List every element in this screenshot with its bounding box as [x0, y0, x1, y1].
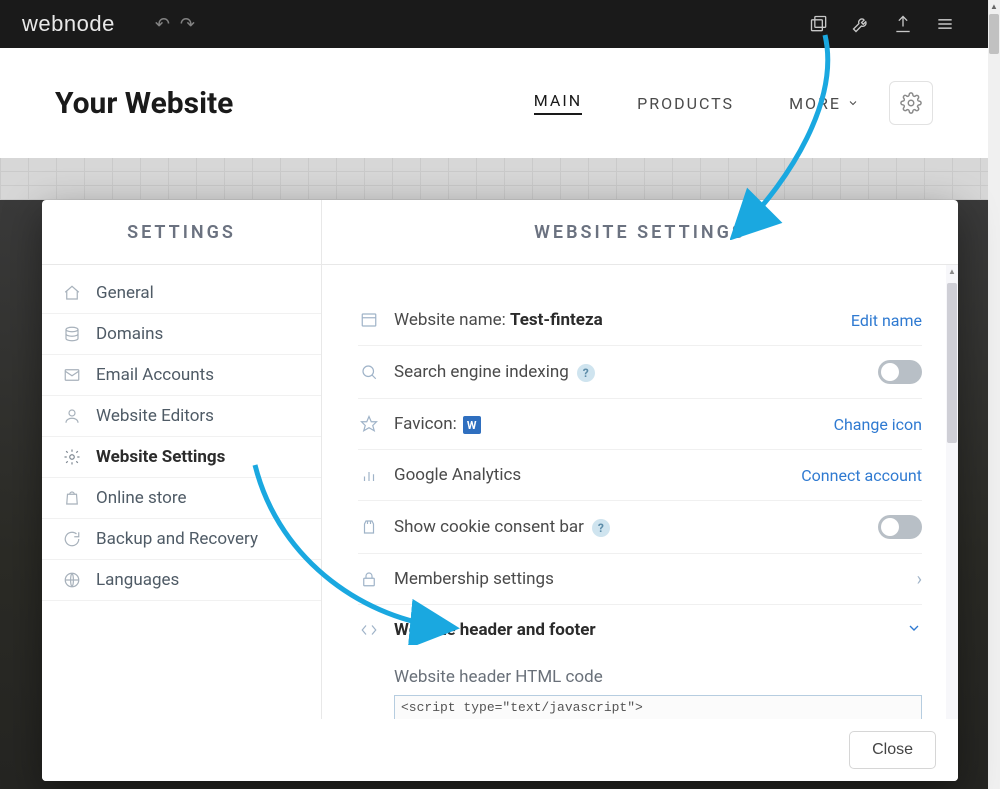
mail-icon	[62, 365, 82, 385]
domain-icon	[62, 324, 82, 344]
search-indexing-label: Search engine indexing	[394, 362, 569, 382]
content-scrollbar[interactable]: ▲	[946, 265, 958, 719]
header-code-textarea[interactable]	[394, 695, 922, 719]
sidebar-item-general[interactable]: General	[42, 273, 321, 314]
sidebar-item-label: Languages	[96, 570, 179, 590]
help-icon[interactable]: ?	[577, 364, 595, 382]
sidebar-item-label: Backup and Recovery	[96, 529, 258, 549]
sidebar-item-label: Domains	[96, 324, 163, 344]
user-icon	[62, 406, 82, 426]
backup-icon	[62, 529, 82, 549]
nav-main[interactable]: MAIN	[534, 91, 582, 115]
row-search-indexing: Search engine indexing?	[358, 346, 922, 399]
sidebar-item-website-settings[interactable]: Website Settings	[42, 437, 321, 478]
connect-account-link[interactable]: Connect account	[801, 466, 922, 485]
site-title: Your Website	[55, 86, 233, 121]
chart-icon	[358, 464, 380, 486]
settings-content: Website name: Test-finteza Edit name Sea…	[322, 265, 958, 719]
header-footer-label: Website header and footer	[394, 620, 906, 640]
sidebar-item-label: Website Editors	[96, 406, 214, 426]
nav-more[interactable]: MORE	[789, 94, 859, 113]
star-icon	[358, 413, 380, 435]
sidebar-item-store[interactable]: Online store	[42, 478, 321, 519]
hero-strip	[0, 158, 988, 200]
row-header-footer[interactable]: Website header and footer	[358, 605, 922, 655]
search-icon	[358, 361, 380, 383]
modal-header: SETTINGS WEBSITE SETTINGS	[42, 200, 958, 265]
sidebar-title: SETTINGS	[42, 200, 322, 264]
sidebar-item-label: Online store	[96, 488, 186, 508]
settings-modal: SETTINGS WEBSITE SETTINGS General Domain…	[42, 200, 958, 781]
site-settings-gear-icon[interactable]	[889, 81, 933, 125]
redo-button[interactable]: ↷	[180, 14, 195, 35]
chevron-down-icon	[847, 97, 859, 109]
undo-button[interactable]: ↶	[155, 14, 170, 35]
sidebar-item-label: Email Accounts	[96, 365, 214, 385]
row-website-name: Website name: Test-finteza Edit name	[358, 295, 922, 346]
row-membership[interactable]: Membership settings ›	[358, 554, 922, 605]
wrench-icon[interactable]	[840, 0, 882, 48]
cookie-bar-label: Show cookie consent bar	[394, 517, 584, 537]
sidebar-item-label: Website Settings	[96, 447, 225, 467]
modal-footer: Close	[42, 719, 958, 781]
sidebar-item-languages[interactable]: Languages	[42, 560, 321, 601]
sidebar-item-email[interactable]: Email Accounts	[42, 355, 321, 396]
website-name-label: Website name:	[394, 310, 506, 330]
app-bar: webnode ↶ ↷	[0, 0, 988, 48]
app-logo: webnode	[22, 11, 115, 37]
hamburger-menu-icon[interactable]	[924, 0, 966, 48]
edit-name-link[interactable]: Edit name	[851, 311, 922, 330]
search-indexing-toggle[interactable]	[878, 360, 922, 384]
header-code-label: Website header HTML code	[394, 667, 922, 687]
row-cookie-bar: Show cookie consent bar?	[358, 501, 922, 554]
globe-icon	[62, 570, 82, 590]
lock-icon	[358, 568, 380, 590]
window-icon	[358, 309, 380, 331]
sidebar-item-label: General	[96, 283, 154, 303]
bag-icon	[62, 488, 82, 508]
page-scrollbar[interactable]: ▲	[988, 0, 1000, 789]
change-icon-link[interactable]: Change icon	[834, 415, 922, 434]
membership-label: Membership settings	[394, 569, 917, 589]
gear-icon	[62, 447, 82, 467]
help-icon[interactable]: ?	[592, 519, 610, 537]
google-analytics-label: Google Analytics	[394, 465, 801, 485]
cookie-icon	[358, 516, 380, 538]
settings-sidebar: General Domains Email Accounts Website E…	[42, 265, 322, 719]
favicon-label: Favicon:	[394, 414, 457, 434]
code-icon	[358, 619, 380, 641]
pages-icon[interactable]	[798, 0, 840, 48]
sidebar-item-editors[interactable]: Website Editors	[42, 396, 321, 437]
site-nav: MAIN PRODUCTS MORE	[534, 91, 859, 115]
sidebar-item-domains[interactable]: Domains	[42, 314, 321, 355]
favicon-preview: W	[463, 416, 481, 434]
chevron-down-icon	[906, 620, 922, 641]
undo-redo-group: ↶ ↷	[155, 14, 195, 35]
sidebar-item-backup[interactable]: Backup and Recovery	[42, 519, 321, 560]
site-header: Your Website MAIN PRODUCTS MORE	[0, 48, 988, 158]
panel-title: WEBSITE SETTINGS	[322, 200, 958, 264]
row-favicon: Favicon: W Change icon	[358, 399, 922, 450]
publish-icon[interactable]	[882, 0, 924, 48]
home-icon	[62, 283, 82, 303]
chevron-right-icon: ›	[917, 569, 922, 590]
row-google-analytics: Google Analytics Connect account	[358, 450, 922, 501]
website-name-value: Test-finteza	[510, 310, 603, 330]
nav-products[interactable]: PRODUCTS	[637, 94, 734, 113]
close-button[interactable]: Close	[849, 731, 936, 769]
cookie-bar-toggle[interactable]	[878, 515, 922, 539]
